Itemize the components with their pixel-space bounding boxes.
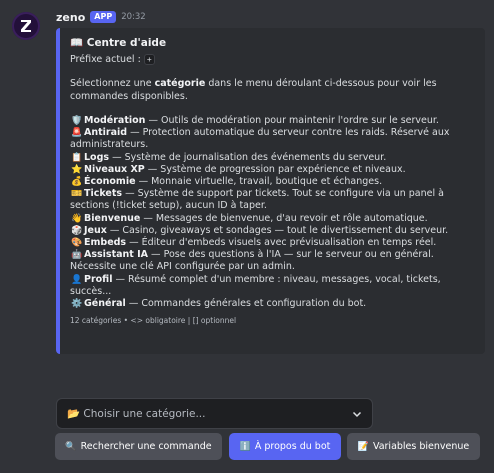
search-icon: 🔍 (65, 441, 77, 452)
chevron-down-icon (352, 411, 362, 417)
embed-title-text: Centre d'aide (86, 37, 167, 49)
app-badge: APP (90, 11, 117, 23)
category-icon: 🛡️ (71, 115, 83, 126)
category-description: — Système de progression par expérience … (144, 163, 406, 175)
welcome-variables-label: Variables bienvenue (372, 441, 470, 452)
category-description: — Outils de modération pour maintenir l'… (145, 114, 439, 126)
category-list: 🛡️Modération — Outils de modération pour… (70, 115, 475, 310)
category-row: 🤖Assistant IA — Pose des questions à l'I… (70, 249, 475, 273)
category-icon: 👋 (71, 213, 83, 224)
category-select[interactable]: 📂 Choisir une catégorie... (56, 398, 373, 429)
about-bot-label: À propos du bot (254, 441, 331, 452)
category-row: 👤Profil — Résumé complet d'un membre : n… (70, 274, 475, 298)
category-row: 🎨Embeds — Éditeur d'embeds visuels avec … (70, 237, 475, 249)
category-description: — Pose des questions à l'IA — sur le ser… (148, 249, 434, 261)
category-description: — Éditeur d'embeds visuels avec prévisua… (126, 237, 437, 249)
category-row: 🚨Antiraid — Protection automatique du se… (70, 127, 475, 151)
category-name: Modération (84, 114, 146, 126)
category-name: Général (84, 298, 126, 310)
category-icon: 🎫 (71, 189, 83, 200)
folder-icon: 📂 (67, 408, 81, 420)
search-command-label: Rechercher une commande (80, 441, 212, 452)
category-description: — Système de support par tickets. Tout s… (122, 188, 444, 200)
search-command-button[interactable]: 🔍 Rechercher une commande (55, 433, 222, 460)
welcome-variables-button[interactable]: 📝 Variables bienvenue (347, 433, 480, 460)
category-row: ⚙️Général — Commandes générales et confi… (70, 298, 475, 310)
category-row: 👋Bienvenue — Messages de bienvenue, d'au… (70, 213, 475, 225)
category-icon: 🎲 (71, 225, 83, 236)
embed-footer: 12 catégories • <> obligatoire | [] opti… (70, 316, 237, 326)
timestamp[interactable]: 20:32 (121, 12, 146, 22)
category-select-placeholder: Choisir une catégorie... (83, 408, 206, 420)
avatar[interactable] (12, 12, 40, 40)
category-row: 🛡️Modération — Outils de modération pour… (70, 115, 475, 127)
prefix-value: + (143, 54, 155, 65)
memo-icon: 📝 (357, 441, 369, 452)
info-icon: ℹ️ (239, 441, 251, 452)
category-icon: 🎨 (71, 238, 83, 249)
intro-text-start: Sélectionnez une (70, 78, 155, 90)
prefix-label: Préfixe actuel : (70, 54, 141, 65)
help-embed: 📖 Centre d'aide Préfixe actuel : + Sélec… (56, 28, 485, 354)
category-icon: 🚨 (71, 128, 83, 139)
category-name: Jeux (84, 224, 107, 236)
category-name: Assistant IA (84, 249, 149, 261)
category-name: Économie (84, 176, 136, 187)
category-icon: 🤖 (71, 250, 83, 261)
category-name: Profil (84, 273, 113, 285)
category-description-continued: sections (!ticket setup), aucun ID à tap… (70, 200, 267, 212)
category-icon: 📋 (71, 152, 83, 163)
about-bot-button[interactable]: ℹ️ À propos du bot (229, 433, 341, 460)
username[interactable]: zeno (56, 11, 85, 24)
category-icon: ⚙️ (71, 299, 83, 310)
category-name: Tickets (84, 188, 123, 200)
zeno-logo-icon (21, 20, 31, 32)
category-description-continued: Nécessite une clé API configurée par un … (70, 261, 295, 273)
category-description: — Commandes générales et configuration d… (125, 298, 367, 310)
book-icon: 📖 (70, 37, 84, 49)
category-row: ⭐Niveaux XP — Système de progression par… (70, 164, 475, 176)
message-header: zeno APP 20:32 (56, 10, 146, 24)
category-description: — Résumé complet d'un membre : niveau, m… (112, 273, 441, 285)
category-description: — Monnaie virtuelle, travail, boutique e… (135, 176, 383, 187)
category-description: — Messages de bienvenue, d'au revoir et … (140, 212, 428, 224)
category-name: Bienvenue (84, 212, 141, 224)
category-name: Antiraid (84, 127, 128, 139)
category-row: 🎲Jeux — Casino, giveaways et sondages — … (70, 225, 475, 237)
category-icon: 👤 (71, 274, 83, 285)
category-description: — Protection automatique du serveur cont… (127, 127, 450, 139)
intro-text-bold: catégorie (154, 78, 206, 90)
category-row: 💰Économie — Monnaie virtuelle, travail, … (70, 176, 475, 188)
category-name: Embeds (84, 237, 127, 249)
intro-text-line2: commandes disponibles. (70, 90, 188, 102)
category-name: Logs (84, 151, 110, 163)
category-row: 📋Logs — Système de journalisation des év… (70, 152, 475, 164)
category-description: — Système de journalisation des événemen… (109, 151, 387, 163)
embed-description: Préfixe actuel : + Sélectionnez une caté… (70, 54, 475, 310)
intro-text-end: dans le menu déroulant ci-dessous pour v… (205, 78, 437, 90)
category-name: Niveaux XP (84, 163, 145, 175)
category-description: — Casino, giveaways et sondages — tout l… (106, 224, 449, 236)
category-description-continued: succès... (70, 285, 112, 297)
category-description-continued: administrateurs. (70, 139, 149, 151)
category-icon: ⭐ (71, 164, 83, 175)
category-icon: 💰 (71, 177, 83, 187)
category-row: 🎫Tickets — Système de support par ticket… (70, 188, 475, 212)
embed-title: 📖 Centre d'aide (70, 36, 475, 50)
